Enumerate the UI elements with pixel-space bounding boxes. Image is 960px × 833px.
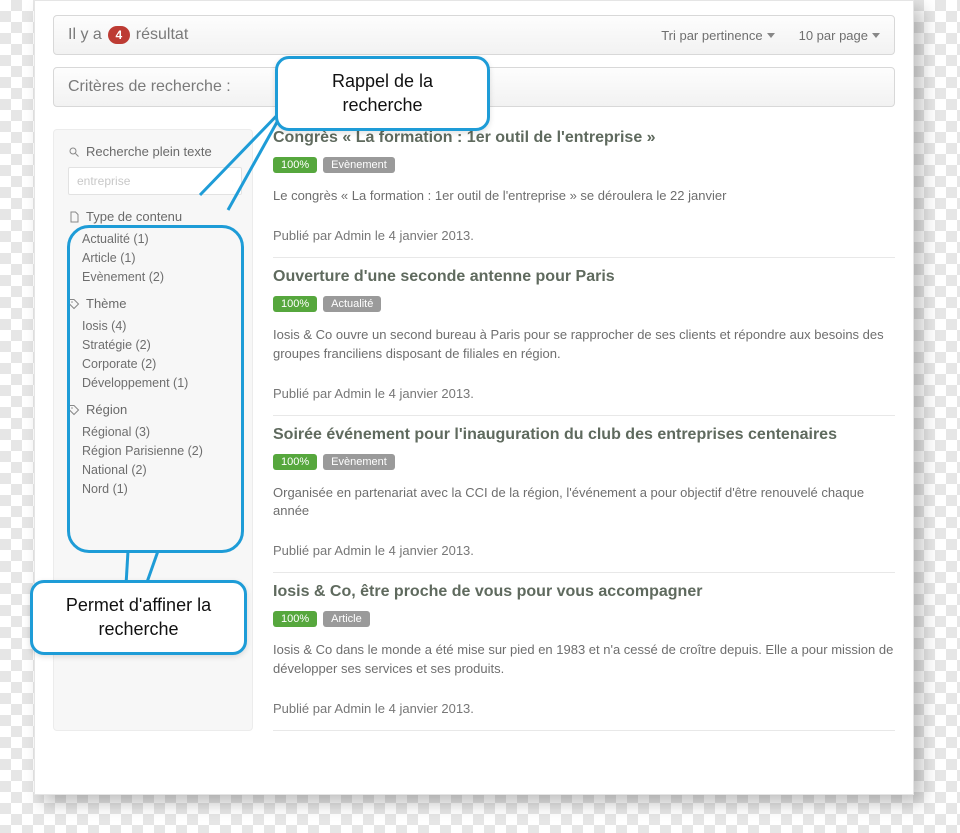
result-tags: 100% Article: [273, 611, 895, 627]
file-icon: [68, 211, 80, 223]
relevance-badge: 100%: [273, 454, 317, 470]
perpage-dropdown[interactable]: 10 par page: [799, 28, 880, 43]
result-excerpt: Iosis & Co dans le monde a été mise sur …: [273, 641, 895, 679]
category-badge: Evènement: [323, 454, 395, 470]
result-excerpt: Le congrès « La formation : 1er outil de…: [273, 187, 895, 206]
relevance-badge: 100%: [273, 296, 317, 312]
result-count-text: Il y a 4 résultat: [68, 26, 661, 44]
annotation-callout-search-recall: Rappel de la recherche: [275, 56, 490, 131]
result-meta: Publié par Admin le 4 janvier 2013.: [273, 382, 895, 401]
search-result: Iosis & Co, être proche de vous pour vou…: [273, 573, 895, 731]
result-tags: 100% Evènement: [273, 454, 895, 470]
sort-dropdown[interactable]: Tri par pertinence: [661, 28, 774, 43]
perpage-label: 10 par page: [799, 28, 868, 43]
result-meta: Publié par Admin le 4 janvier 2013.: [273, 697, 895, 716]
category-badge: Article: [323, 611, 370, 627]
facet-group: Thème Iosis (4)Stratégie (2)Corporate (2)…: [54, 296, 252, 402]
facet-item[interactable]: Corporate (2): [82, 355, 240, 374]
facet-item[interactable]: Article (1): [82, 249, 240, 268]
result-excerpt: Organisée en partenariat avec la CCI de …: [273, 484, 895, 522]
result-excerpt: Iosis & Co ouvre un second bureau à Pari…: [273, 326, 895, 364]
tag-icon: [68, 298, 80, 310]
search-result: Congrès « La formation : 1er outil de l'…: [273, 129, 895, 258]
result-title[interactable]: Iosis & Co, être proche de vous pour vou…: [273, 583, 895, 601]
result-meta: Publié par Admin le 4 janvier 2013.: [273, 224, 895, 243]
facet-group-title: Région: [68, 402, 240, 417]
facet-list: Régional (3)Région Parisienne (2)Nationa…: [68, 423, 240, 498]
facet-group-title: Thème: [68, 296, 240, 311]
result-count-badge: 4: [108, 26, 130, 44]
tag-icon: [68, 404, 80, 416]
header-controls: Tri par pertinence 10 par page: [661, 28, 880, 43]
facet-item[interactable]: Iosis (4): [82, 317, 240, 336]
sort-label: Tri par pertinence: [661, 28, 762, 43]
facet-item[interactable]: National (2): [82, 461, 240, 480]
category-badge: Evènement: [323, 157, 395, 173]
facet-item[interactable]: Evènement (2): [82, 268, 240, 287]
facet-item[interactable]: Région Parisienne (2): [82, 442, 240, 461]
result-tags: 100% Actualité: [273, 296, 895, 312]
search-result: Soirée événement pour l'inauguration du …: [273, 416, 895, 574]
results-header: Il y a 4 résultat Tri par pertinence 10 …: [53, 15, 895, 55]
result-meta: Publié par Admin le 4 janvier 2013.: [273, 539, 895, 558]
chevron-down-icon: [872, 33, 880, 38]
result-title[interactable]: Congrès « La formation : 1er outil de l'…: [273, 129, 895, 147]
facet-item[interactable]: Régional (3): [82, 423, 240, 442]
search-result: Ouverture d'une seconde antenne pour Par…: [273, 258, 895, 416]
results-list: Congrès « La formation : 1er outil de l'…: [273, 129, 895, 731]
facet-list: Actualité (1)Article (1)Evènement (2): [68, 230, 240, 286]
facet-group: RégionRégional (3)Région Parisienne (2)N…: [54, 402, 252, 508]
result-title[interactable]: Soirée événement pour l'inauguration du …: [273, 426, 895, 444]
result-prefix: Il y a: [68, 26, 102, 44]
facet-item[interactable]: Actualité (1): [82, 230, 240, 249]
facet-item[interactable]: Stratégie (2): [82, 336, 240, 355]
chevron-down-icon: [767, 33, 775, 38]
result-title[interactable]: Ouverture d'une seconde antenne pour Par…: [273, 268, 895, 286]
search-icon: [68, 146, 80, 158]
facet-item[interactable]: Nord (1): [82, 480, 240, 499]
result-suffix: résultat: [136, 26, 188, 44]
criteria-label: Critères de recherche :: [68, 78, 231, 96]
result-tags: 100%Evènement: [273, 157, 895, 173]
facet-item[interactable]: Développement (1): [82, 374, 240, 393]
facet-group: Type de contenuActualité (1)Article (1)E…: [54, 209, 252, 296]
annotation-callout-refine: Permet d'affiner la recherche: [30, 580, 247, 655]
facet-list: Iosis (4)Stratégie (2)Corporate (2)Dével…: [68, 317, 240, 392]
relevance-badge: 100%: [273, 611, 317, 627]
category-badge: Actualité: [323, 296, 381, 312]
